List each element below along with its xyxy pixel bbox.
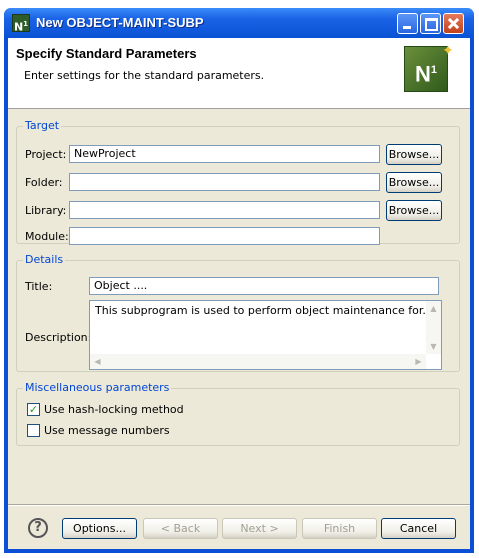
folder-field[interactable]	[69, 173, 380, 191]
browse-library-button[interactable]: Browse...	[386, 200, 442, 221]
hash-locking-label: Use hash-locking method	[44, 403, 184, 416]
star-icon: ✦	[442, 43, 454, 59]
details-group-label: Details	[23, 253, 66, 266]
project-label: Project:	[25, 148, 67, 161]
maximize-button[interactable]	[420, 13, 441, 34]
target-group-label: Target	[23, 119, 62, 132]
wizard-window: N1 New OBJECT-MAINT-SUBP Specify Standar…	[4, 8, 474, 553]
project-field[interactable]: NewProject	[69, 145, 380, 163]
page-description: Enter settings for the standard paramete…	[24, 69, 265, 82]
close-button[interactable]	[443, 13, 464, 34]
description-text: This subprogram is used to perform objec…	[95, 304, 433, 317]
next-button[interactable]: Next >	[222, 518, 297, 539]
page-title: Specify Standard Parameters	[16, 46, 197, 61]
library-field[interactable]	[69, 201, 380, 219]
misc-group: Miscellaneous parameters	[16, 381, 460, 446]
options-button[interactable]: Options...	[62, 518, 137, 539]
title-bar[interactable]: N1 New OBJECT-MAINT-SUBP	[4, 8, 474, 38]
finish-button[interactable]: Finish	[302, 518, 377, 539]
misc-group-label: Miscellaneous parameters	[23, 381, 172, 394]
title-label: Title:	[25, 280, 53, 293]
dialog-body: Specify Standard Parameters Enter settin…	[8, 38, 470, 549]
minimize-button[interactable]	[397, 13, 418, 34]
hash-locking-checkbox[interactable]: ✓	[27, 403, 40, 416]
window-title: New OBJECT-MAINT-SUBP	[36, 15, 204, 30]
horizontal-scrollbar[interactable]: ◀ ▶	[90, 354, 426, 369]
vertical-scrollbar[interactable]: ▲ ▼	[426, 301, 441, 354]
footer-separator	[8, 504, 470, 506]
folder-label: Folder:	[25, 176, 63, 189]
scroll-up-icon[interactable]: ▲	[426, 301, 441, 316]
app-icon: N1	[12, 14, 30, 34]
scroll-left-icon[interactable]: ◀	[90, 354, 105, 369]
module-label: Module:	[25, 230, 69, 243]
message-numbers-label: Use message numbers	[44, 424, 170, 437]
description-textarea[interactable]: This subprogram is used to perform objec…	[89, 300, 442, 370]
scroll-down-icon[interactable]: ▼	[426, 339, 441, 354]
help-icon[interactable]: ?	[28, 518, 48, 538]
back-button[interactable]: < Back	[143, 518, 218, 539]
description-label: Description:	[25, 331, 92, 344]
browse-folder-button[interactable]: Browse...	[386, 172, 442, 193]
cancel-button[interactable]: Cancel	[381, 518, 456, 539]
title-field[interactable]: Object ....	[89, 277, 439, 295]
wizard-header: Specify Standard Parameters Enter settin…	[8, 38, 470, 109]
module-field[interactable]	[69, 227, 380, 245]
browse-project-button[interactable]: Browse...	[386, 144, 442, 165]
library-label: Library:	[25, 204, 67, 217]
message-numbers-checkbox[interactable]	[27, 424, 40, 437]
scroll-right-icon[interactable]: ▶	[411, 354, 426, 369]
